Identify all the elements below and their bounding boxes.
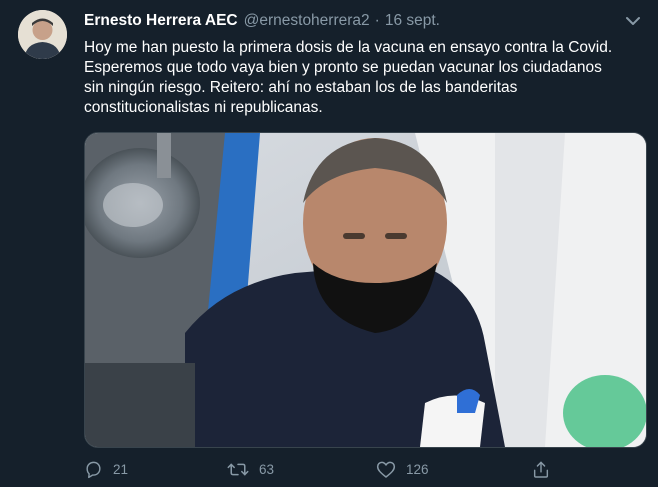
tweet-text-line: Esperemos que todo vaya bien y pronto se… xyxy=(84,59,602,76)
tweet-text-line: sin ningún riesgo. Reitero: ahí no estab… xyxy=(84,79,518,96)
reply-count: 21 xyxy=(113,461,129,477)
reply-icon xyxy=(84,460,103,479)
tweet-photo[interactable] xyxy=(84,132,647,448)
retweet-icon xyxy=(227,460,249,479)
retweet-button[interactable]: 63 xyxy=(227,458,274,480)
reply-button[interactable]: 21 xyxy=(84,458,128,480)
tweet-actions: 21 63 126 xyxy=(84,458,554,480)
author-name[interactable]: Ernesto Herrera AEC xyxy=(84,12,238,30)
tweet-date[interactable]: 16 sept. xyxy=(385,12,440,30)
tweet: Ernesto Herrera AEC @ernestoherrera2 · 1… xyxy=(0,0,658,487)
tweet-text: Hoy me han puesto la primera dosis de la… xyxy=(84,38,654,118)
heart-icon xyxy=(376,460,396,479)
share-button[interactable] xyxy=(532,458,550,480)
avatar-image xyxy=(18,10,67,59)
avatar[interactable] xyxy=(18,10,67,59)
author-handle[interactable]: @ernestoherrera2 xyxy=(244,12,370,30)
retweet-count: 63 xyxy=(259,461,275,477)
like-button[interactable]: 126 xyxy=(376,458,429,480)
photo-image xyxy=(85,133,646,447)
tweet-header: Ernesto Herrera AEC @ernestoherrera2 · 1… xyxy=(84,12,628,34)
tweet-text-line: constitucionalistas ni republicanas. xyxy=(84,99,323,116)
tweet-text-line: Hoy me han puesto la primera dosis de la… xyxy=(84,39,613,56)
like-count: 126 xyxy=(406,461,429,477)
separator-dot: · xyxy=(374,12,380,29)
share-icon xyxy=(532,460,550,479)
chevron-down-icon[interactable] xyxy=(622,10,644,32)
